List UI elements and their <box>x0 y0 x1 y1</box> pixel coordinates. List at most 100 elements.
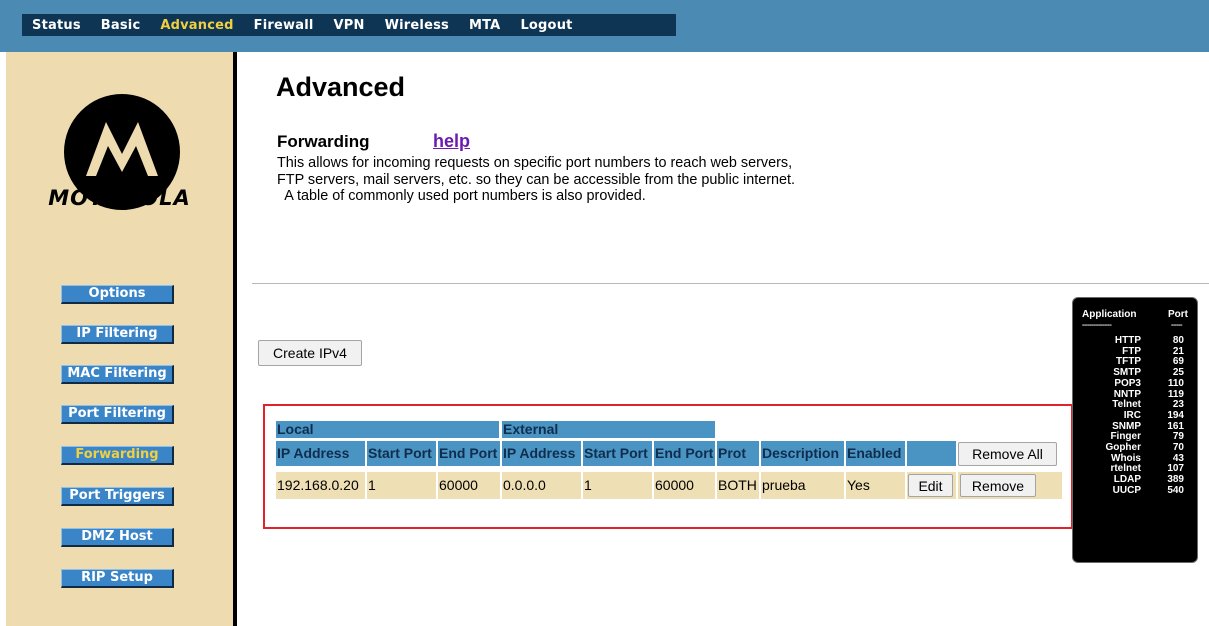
sidebar-item-ip-filtering[interactable]: IP Filtering <box>61 325 174 344</box>
port-table-header-application: Application <box>1082 309 1137 320</box>
sidebar-item-rip-setup[interactable]: RIP Setup <box>61 569 174 588</box>
nav-item-status[interactable]: Status <box>32 18 81 33</box>
column-header: Prot <box>717 441 759 466</box>
nav-item-basic[interactable]: Basic <box>101 18 141 33</box>
brand-wordmark: MOTOROLA <box>48 186 191 210</box>
table-cell: 1 <box>367 472 436 499</box>
port-table-port: 23 <box>1172 399 1184 411</box>
port-table-port: 70 <box>1172 442 1184 453</box>
port-table-port: 389 <box>1167 474 1184 486</box>
sidebar-item-port-triggers[interactable]: Port Triggers <box>61 487 174 506</box>
port-table-application: Finger <box>1110 431 1141 443</box>
column-header: Description <box>761 441 844 466</box>
table-cell: 0.0.0.0 <box>502 472 581 499</box>
port-table-application: LDAP <box>1113 474 1141 486</box>
port-table-row: rtelnet 107 <box>1073 464 1199 474</box>
port-table-row: SNMP 161 <box>1073 420 1199 432</box>
port-table-application: SNMP <box>1112 420 1141 432</box>
sidebar-item-options[interactable]: Options <box>61 285 174 304</box>
help-link[interactable]: help <box>433 131 470 152</box>
sidebar-item-forwarding[interactable]: Forwarding <box>61 446 174 465</box>
port-table-row: HTTP 80 <box>1073 336 1199 346</box>
table-cell: Yes <box>846 472 905 499</box>
table-cell: BOTH <box>717 472 759 499</box>
section-description: This allows for incoming requests on spe… <box>277 155 977 205</box>
create-ipv4-button[interactable]: Create IPv4 <box>258 340 362 366</box>
port-table-port: 43 <box>1172 452 1184 464</box>
nav-item-logout[interactable]: Logout <box>520 18 572 33</box>
port-table-separator: ---------------- <box>1082 322 1112 329</box>
port-table-row: SMTP 25 <box>1073 368 1199 378</box>
sidebar-divider <box>233 52 237 626</box>
port-table-application: POP3 <box>1114 377 1141 389</box>
port-table-row: Finger 79 <box>1073 432 1199 442</box>
column-header: Start Port <box>367 441 436 466</box>
top-bar: Status Basic Advanced Firewall VPN Wireless MT… <box>0 0 1209 52</box>
port-table-port: 79 <box>1172 431 1184 443</box>
horizontal-divider <box>252 283 1209 284</box>
port-table-application: rtelnet <box>1110 463 1141 475</box>
port-table-port: 194 <box>1167 409 1184 421</box>
port-table-row: TFTP 69 <box>1073 357 1199 367</box>
port-table-application: Whois <box>1111 452 1141 464</box>
port-table-row: POP3 110 <box>1073 377 1199 389</box>
sidebar: MOTOROLA Options IP Filtering MAC Filterin… <box>6 52 233 626</box>
edit-button[interactable]: Edit <box>908 474 953 497</box>
nav-item-mta[interactable]: MTA <box>469 18 500 33</box>
port-table-row: IRC 194 <box>1073 409 1199 421</box>
column-header: IP Address <box>276 441 365 466</box>
description-line: This allows for incoming requests on spe… <box>277 155 793 171</box>
port-table-application: TFTP <box>1116 356 1141 368</box>
table-cell: prueba <box>761 472 844 499</box>
port-table-port: 540 <box>1167 484 1184 496</box>
port-table-application: Gopher <box>1105 442 1141 453</box>
port-table-application: SMTP <box>1113 367 1141 379</box>
group-header-external: External <box>502 421 715 438</box>
column-header: End Port <box>654 441 715 466</box>
port-table-row: LDAP 389 <box>1073 475 1199 485</box>
column-header: IP Address <box>502 441 581 466</box>
port-table-port: 69 <box>1172 356 1184 368</box>
sidebar-item-mac-filtering[interactable]: MAC Filtering <box>61 365 174 384</box>
group-header-local: Local <box>276 421 499 438</box>
nav-item-vpn[interactable]: VPN <box>334 18 365 33</box>
page-title: Advanced <box>276 72 406 102</box>
port-table-application: UUCP <box>1112 484 1141 496</box>
column-header: End Port <box>438 441 500 466</box>
port-table-port: 21 <box>1172 345 1184 357</box>
port-table-port: 80 <box>1172 335 1184 346</box>
port-table-port: 107 <box>1167 463 1184 475</box>
remove-all-button[interactable]: Remove All <box>958 442 1057 466</box>
description-line: A table of commonly used port numbers is… <box>277 188 646 204</box>
port-reference-table: Application Port ---------------- ------ HTT… <box>1072 297 1198 563</box>
nav-item-firewall[interactable]: Firewall <box>254 18 314 33</box>
column-header: Enabled <box>846 441 905 466</box>
port-table-header-port: Port <box>1168 309 1188 320</box>
port-table-row: FTP 21 <box>1073 345 1199 357</box>
port-table-application: FTP <box>1122 345 1141 357</box>
port-table-row: Whois 43 <box>1073 452 1199 464</box>
section-title: Forwarding <box>277 132 370 151</box>
table-cell: 60000 <box>438 472 500 499</box>
nav-item-advanced[interactable]: Advanced <box>160 18 233 33</box>
sidebar-item-port-filtering[interactable]: Port Filtering <box>61 405 174 424</box>
port-table-row: UUCP 540 <box>1073 484 1199 496</box>
column-header: Start Port <box>583 441 652 466</box>
sidebar-item-dmz-host[interactable]: DMZ Host <box>61 528 174 547</box>
nav-item-wireless[interactable]: Wireless <box>385 18 449 33</box>
port-table-port: 110 <box>1167 377 1184 389</box>
port-table-port: 25 <box>1172 367 1184 379</box>
remove-button[interactable]: Remove <box>960 474 1036 497</box>
table-cell: 192.168.0.20 <box>276 472 365 499</box>
column-header-actions <box>907 441 956 466</box>
port-table-application: Telnet <box>1112 399 1141 411</box>
port-table-row: Gopher 70 <box>1073 443 1199 453</box>
port-table-application: NNTP <box>1113 388 1141 400</box>
port-table-separator: ------ <box>1171 322 1183 329</box>
table-cell: 60000 <box>654 472 715 499</box>
top-navigation: Status Basic Advanced Firewall VPN Wireless MT… <box>22 14 676 36</box>
table-cell: 1 <box>583 472 652 499</box>
port-table-application: IRC <box>1123 409 1141 421</box>
port-table-port: 161 <box>1167 420 1184 432</box>
description-line: FTP servers, mail servers, etc. so they … <box>277 171 796 188</box>
